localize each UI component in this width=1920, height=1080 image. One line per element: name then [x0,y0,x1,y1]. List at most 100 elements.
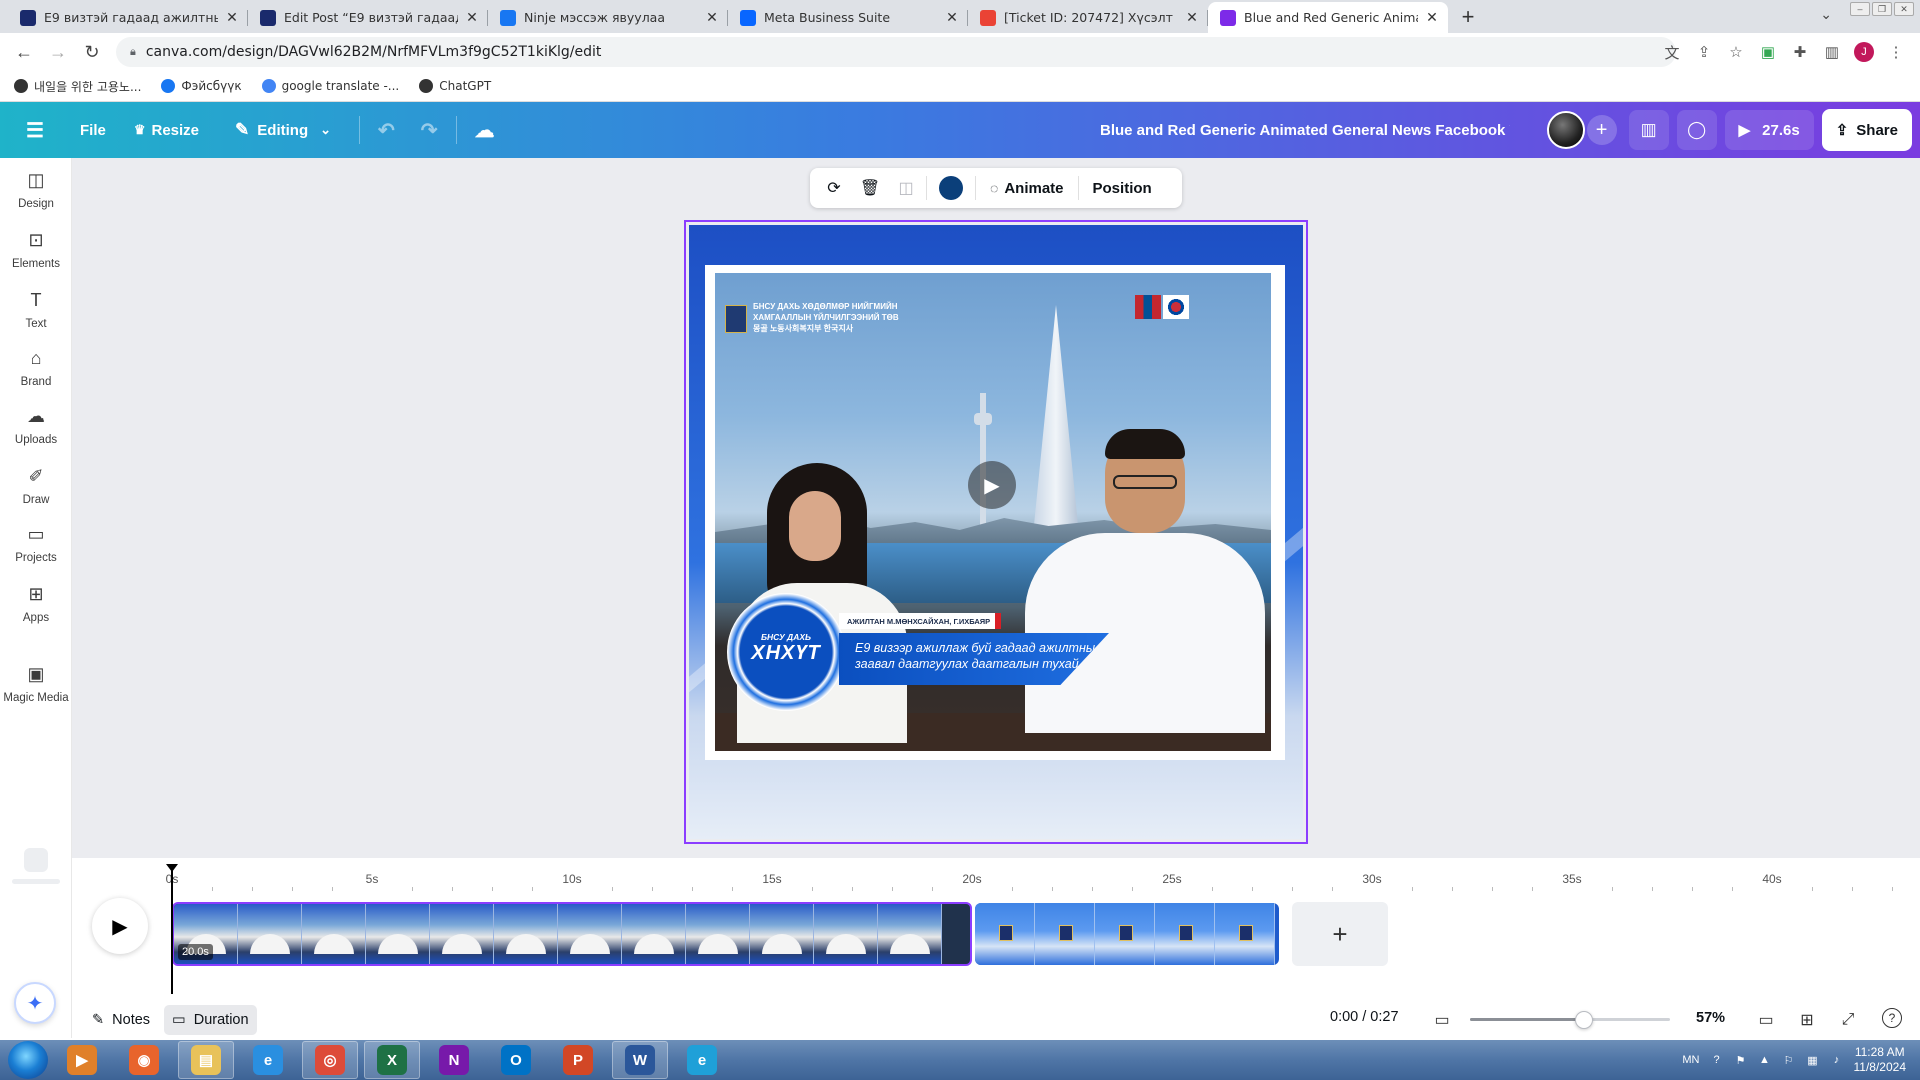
sidebar-item-draw[interactable]: ✐ Draw [0,454,72,516]
zoom-slider-thumb[interactable] [1575,1011,1593,1029]
position-button[interactable]: Position [1083,180,1162,197]
browser-tab[interactable]: Edit Post “E9 визтэй гадаад аж ✕ [248,2,488,33]
playhead[interactable] [171,866,173,994]
browser-tab[interactable]: [Ticket ID: 207472] Хүсэлт гарга ✕ [968,2,1208,33]
bookmark-item[interactable]: 내일을 위한 고용노... [14,78,141,95]
sidebar-item-text[interactable]: T Text [0,278,72,340]
taskbar-chrome[interactable]: ◎ [302,1041,358,1079]
forward-icon[interactable]: → [44,38,72,66]
sidebar-item-design[interactable]: ◫ Design [0,158,72,220]
translate-icon[interactable]: 文 [1662,42,1682,62]
extension-green-icon[interactable]: ▣ [1758,42,1778,62]
comment-icon[interactable]: ◯ [1676,110,1717,150]
bookmark-item[interactable]: ChatGPT [419,79,491,93]
lower-third-name-strip[interactable]: АЖИЛТАН М.МӨНХСАЙХАН, Г.ИХБАЯР [839,613,1001,629]
trash-icon[interactable]: 🗑︎ [854,172,886,204]
cloud-save-icon[interactable]: ☁ [475,118,495,143]
taskbar-word[interactable]: W [612,1041,668,1079]
taskbar-edge[interactable]: e [674,1041,730,1079]
start-button[interactable] [8,1041,48,1079]
browser-tab[interactable]: Blue and Red Generic Animated ✕ [1208,2,1448,33]
video-play-icon[interactable]: ▶ [968,461,1016,509]
split-icon[interactable]: ◫ [890,172,922,204]
page-view-icon[interactable]: ▭ [1754,1008,1778,1032]
share-button[interactable]: ⇪ Share [1821,109,1912,151]
present-play-button[interactable]: ▶ 27.6s [1724,110,1814,150]
bookmark-item[interactable]: google translate -... [261,79,399,93]
resize-button[interactable]: ♛ Resize [134,122,199,139]
timeline-clip-1[interactable] [172,902,972,966]
main-menu-icon[interactable]: ☰ [26,118,46,143]
tab-close-icon[interactable]: ✕ [1424,10,1440,26]
minimize-button[interactable]: – [1850,2,1870,16]
color-swatch[interactable] [939,176,963,200]
animate-button[interactable]: ◌ Animate [980,180,1074,197]
tab-close-icon[interactable]: ✕ [1184,10,1200,26]
sidebar-item-magic-media[interactable]: ▣ Magic Media [0,652,72,714]
document-title[interactable]: Blue and Red Generic Animated General Ne… [1100,102,1510,158]
taskbar-onenote[interactable]: N [426,1041,482,1079]
editing-mode-button[interactable]: ✎ Editing ⌄ [235,120,331,140]
undo-icon[interactable]: ↶ [378,118,395,143]
design-page[interactable]: БНСУ ДАХЬ ХӨДӨЛМӨР НИЙГМИЙН ХАМГААЛЛЫН Ү… [689,225,1303,839]
zoom-slider[interactable] [1470,1018,1670,1021]
action-center-icon[interactable]: ⚐ [1782,1053,1796,1067]
system-clock[interactable]: 11:28 AM 11/8/2024 [1854,1045,1907,1075]
tab-close-icon[interactable]: ✕ [464,10,480,26]
help-icon[interactable]: ? [1882,1008,1902,1028]
taskbar-media-player[interactable]: ▶ [54,1041,110,1079]
magic-assistant-icon[interactable]: ✦ [14,982,56,1024]
grid-view-icon[interactable]: ⊞ [1795,1008,1819,1032]
taskbar-internet-explorer[interactable]: e [240,1041,296,1079]
notes-button[interactable]: ✎ Notes [84,1005,158,1035]
reload-icon[interactable]: ↻ [78,38,106,66]
hide-timeline-icon[interactable]: ▭ [1430,1008,1454,1032]
browser-menu-icon[interactable]: ⋮ [1886,42,1906,62]
zoom-percentage[interactable]: 57% [1696,1010,1725,1026]
tab-close-icon[interactable]: ✕ [704,10,720,26]
fullscreen-icon[interactable]: ⤢ [1836,1008,1860,1032]
add-collaborator-icon[interactable]: + [1586,115,1617,145]
redo-icon[interactable]: ↷ [421,118,438,143]
taskbar-explorer[interactable]: ▤ [178,1041,234,1079]
sidebar-item-projects[interactable]: ▭ Projects [0,512,72,574]
url-field[interactable]: 🔒︎ canva.com/design/DAGVwl62B2M/NrfMFVLm… [116,37,1676,67]
taskbar-outlook[interactable]: O [488,1041,544,1079]
extensions-puzzle-icon[interactable]: ✚ [1790,42,1810,62]
replace-media-icon[interactable]: ⟳ [818,172,850,204]
side-panel-icon[interactable]: ▥ [1822,42,1842,62]
network-icon[interactable]: ▦ [1806,1053,1820,1067]
tab-search-icon[interactable]: ⌄ [1820,6,1832,23]
taskbar-firefox[interactable]: ◉ [116,1041,172,1079]
tray-expand-icon[interactable]: ▲ [1758,1053,1772,1067]
sidebar-item-elements[interactable]: ⊡ Elements [0,218,72,280]
new-tab-button[interactable]: + [1454,3,1482,31]
timeline-clip-2[interactable] [975,903,1279,965]
bookmark-item[interactable]: Фэйсбүүк [161,79,242,93]
volume-icon[interactable]: ♪ [1830,1053,1844,1067]
browser-tab[interactable]: Meta Business Suite ✕ [728,2,968,33]
language-indicator[interactable]: MN [1682,1054,1699,1066]
collaborator-avatar[interactable] [1546,111,1585,149]
bookmark-star-icon[interactable]: ☆ [1726,42,1746,62]
taskbar-excel[interactable]: X [364,1041,420,1079]
browser-tab[interactable]: E9 визтэй гадаад ажилтны заа ✕ [8,2,248,33]
insights-chart-icon[interactable]: ▥ [1628,110,1669,150]
restore-button[interactable]: ❐ [1872,2,1892,16]
sidebar-item-uploads[interactable]: ☁ Uploads [0,394,72,456]
timeline-play-button[interactable]: ▶ [92,898,148,954]
tab-close-icon[interactable]: ✕ [224,10,240,26]
add-page-button[interactable]: + [1292,902,1388,966]
browser-tab[interactable]: Ninje мэссэж явуулаа ✕ [488,2,728,33]
close-window-button[interactable]: ✕ [1894,2,1914,16]
notification-icon[interactable]: ⚑ [1734,1053,1748,1067]
duration-button[interactable]: ▭ Duration [164,1005,257,1035]
sidebar-item-apps[interactable]: ⊞ Apps [0,572,72,634]
design-page-selection[interactable]: БНСУ ДАХЬ ХӨДӨЛМӨР НИЙГМИЙН ХАМГААЛЛЫН Ү… [684,220,1308,844]
profile-avatar[interactable]: J [1854,42,1874,62]
back-icon[interactable]: ← [10,38,38,66]
tab-close-icon[interactable]: ✕ [944,10,960,26]
sidebar-item-brand[interactable]: ⌂ Brand [0,336,72,398]
file-menu-button[interactable]: File [80,122,106,139]
help-tray-icon[interactable]: ? [1710,1053,1724,1067]
